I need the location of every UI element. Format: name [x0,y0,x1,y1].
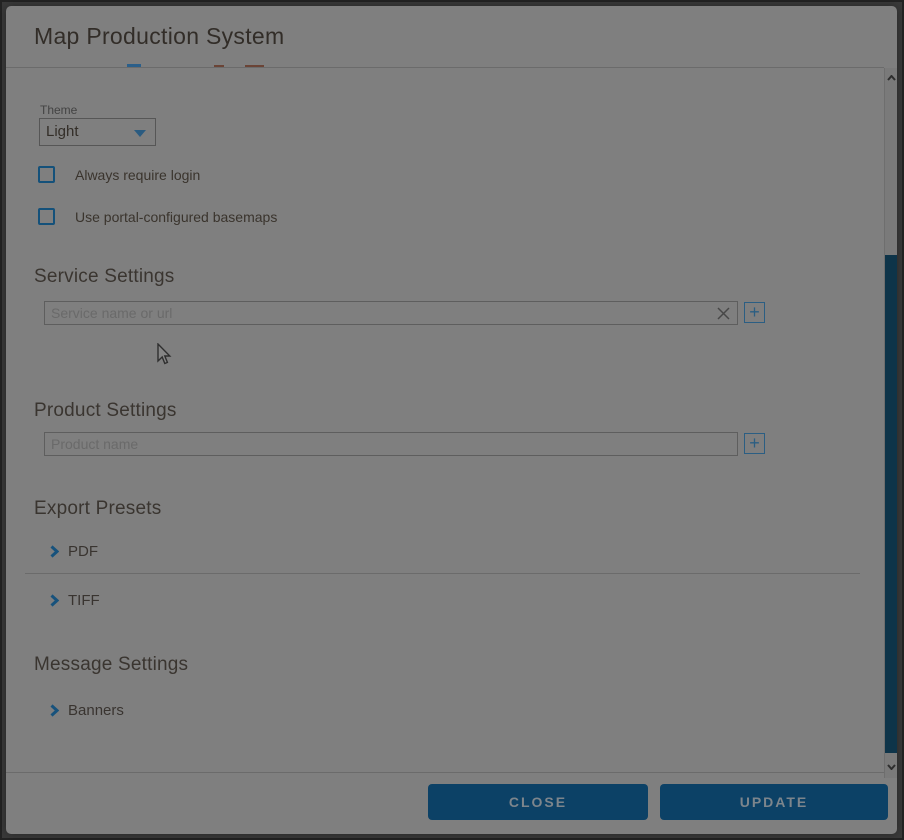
close-button[interactable]: CLOSE [428,784,648,820]
checkbox-label[interactable]: Use portal-configured basemaps [75,209,277,225]
preset-divider [25,573,860,574]
export-preset-pdf-row[interactable]: PDF [50,542,98,560]
export-preset-label: PDF [68,543,98,560]
message-settings-title: Message Settings [34,654,188,676]
caret-down-icon [134,130,146,137]
dialog-title: Map Production System [34,23,284,50]
footer-divider [6,772,897,773]
service-settings-title: Service Settings [34,266,175,288]
theme-select[interactable]: Light [39,118,156,146]
mouse-cursor [157,343,173,372]
message-setting-label: Banners [68,702,124,719]
export-preset-label: TIFF [68,592,100,609]
chevron-up-icon [887,75,896,81]
scroll-down-button[interactable] [885,759,897,775]
scrollbar-thumb[interactable] [885,255,897,753]
product-name-input[interactable] [45,433,737,455]
update-button[interactable]: UPDATE [660,784,888,820]
service-input-wrap [44,301,738,325]
add-service-button[interactable]: + [744,302,765,323]
product-input-wrap [44,432,738,456]
theme-label: Theme [40,103,77,117]
service-name-input[interactable] [45,302,737,324]
export-presets-title: Export Presets [34,498,161,520]
chevron-down-icon [887,764,896,770]
chevron-right-icon [50,594,59,607]
theme-select-value: Light [46,123,79,140]
export-preset-tiff-row[interactable]: TIFF [50,591,100,609]
clear-service-input-button[interactable] [715,306,731,322]
map-production-system-dialog: Map Production System Theme Light Always… [6,6,897,834]
x-mark-icon [716,306,731,321]
message-banners-row[interactable]: Banners [50,701,124,719]
chevron-right-icon [50,704,59,717]
product-settings-title: Product Settings [34,400,177,422]
vertical-scrollbar [884,68,897,778]
add-product-button[interactable]: + [744,433,765,454]
portal-basemaps-checkbox[interactable] [38,208,55,225]
header-divider [6,67,884,68]
chevron-right-icon [50,545,59,558]
screen-backdrop: Map Production System Theme Light Always… [0,0,904,840]
always-require-login-checkbox[interactable] [38,166,55,183]
scroll-up-button[interactable] [885,70,897,86]
checkbox-label[interactable]: Always require login [75,167,200,183]
